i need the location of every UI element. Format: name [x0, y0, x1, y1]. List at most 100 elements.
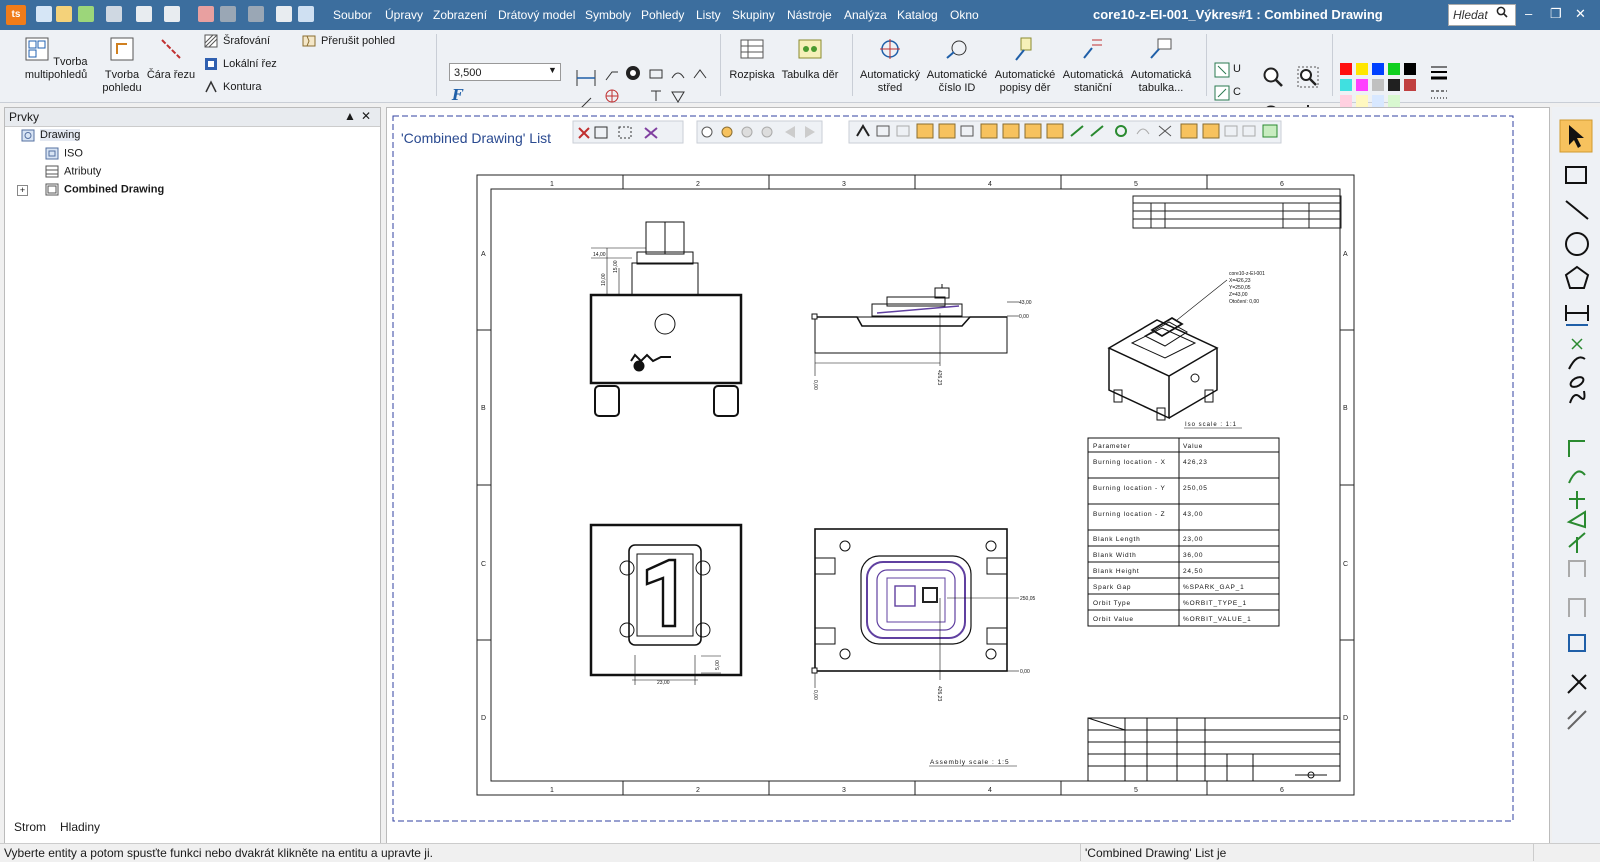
tree-label-atributy: Atributy: [64, 165, 102, 178]
restore-icon[interactable]: ❐: [1550, 6, 1562, 22]
auto-station-button[interactable]: Automatická staniční: [1060, 36, 1126, 95]
coordinate-c-icon[interactable]: [1214, 85, 1230, 101]
menu-analyza[interactable]: Analýza: [844, 8, 887, 22]
local-section-button[interactable]: Lokální řez: [204, 57, 277, 71]
layout-icon[interactable]: [164, 6, 180, 22]
line-tool-icon[interactable]: [1565, 200, 1589, 220]
auto-table-button[interactable]: Automatická tabulka...: [1128, 36, 1194, 95]
chevron-down-icon[interactable]: ▼: [548, 65, 557, 75]
line-type-icon[interactable]: [1430, 86, 1448, 104]
assembly-view[interactable]: [811, 528, 1019, 688]
menu-upravy[interactable]: Úpravy: [385, 8, 423, 22]
menu-nastroje[interactable]: Nástroje: [787, 8, 832, 22]
dimension-tool-icon[interactable]: [1565, 305, 1589, 326]
panel-close-icon[interactable]: ✕: [361, 109, 371, 123]
delete-icon[interactable]: [198, 6, 214, 22]
bulb-gray-icon[interactable]: [761, 126, 773, 138]
undo-icon[interactable]: [220, 6, 236, 22]
section-line-button[interactable]: Čára řezu: [146, 36, 196, 82]
tab-strom[interactable]: Strom: [14, 820, 46, 834]
search-icon[interactable]: [1496, 6, 1508, 18]
arc-dimension-icon[interactable]: [670, 66, 686, 82]
group-tool-icon[interactable]: [1568, 634, 1586, 652]
auto-center-button[interactable]: Automatický střed: [858, 36, 922, 95]
break-tool-icon[interactable]: [1568, 560, 1586, 577]
auto-hole-button[interactable]: Automatické popisy děr: [992, 36, 1058, 95]
bulb-off-icon[interactable]: [741, 126, 753, 138]
linear-dimension-icon[interactable]: [575, 68, 597, 88]
redo-icon[interactable]: [248, 6, 264, 22]
trim-tool-icon[interactable]: [1568, 470, 1586, 484]
fillet-tool-icon[interactable]: [1568, 440, 1585, 457]
menu-symboly[interactable]: Symboly: [585, 8, 631, 22]
param-value-3: 23,00: [1183, 536, 1203, 543]
pin-icon[interactable]: ▲: [344, 109, 356, 123]
menu-okno[interactable]: Okno: [950, 8, 979, 22]
mirror-tool-icon[interactable]: [1569, 491, 1585, 509]
tools-icon[interactable]: [276, 6, 292, 22]
center-mark-icon[interactable]: [604, 88, 620, 104]
circle-tool-icon[interactable]: [1565, 232, 1589, 256]
tab-hladiny[interactable]: Hladiny: [60, 820, 100, 834]
bulb-on-icon[interactable]: [721, 126, 733, 138]
window-icon[interactable]: [136, 6, 152, 22]
tools-icon[interactable]: [1567, 674, 1587, 694]
view-button[interactable]: Tvorba pohledu: [96, 36, 148, 95]
text-style-button[interactable]: F: [452, 86, 463, 104]
save-icon[interactable]: [36, 6, 52, 22]
extend-tool-icon[interactable]: [1568, 532, 1586, 553]
break-view-button[interactable]: Přerušit pohled: [302, 34, 395, 48]
tree-item-combined-drawing[interactable]: + Combined Drawing: [17, 183, 164, 196]
coordinate-u-icon[interactable]: [1214, 62, 1230, 78]
scale-combo[interactable]: 3,500: [449, 63, 561, 81]
tree-item-drawing[interactable]: Drawing: [21, 129, 81, 142]
menu-listy[interactable]: Listy: [696, 8, 721, 22]
view-icon[interactable]: [298, 6, 314, 22]
print-icon[interactable]: [106, 6, 122, 22]
zoom-window-icon[interactable]: [1297, 66, 1319, 88]
hatch-button[interactable]: Šrafování: [204, 34, 270, 48]
offset-tool-icon[interactable]: [1566, 510, 1586, 529]
menu-dratovy-model[interactable]: Drátový model: [498, 8, 575, 22]
ordinate-icon[interactable]: [648, 66, 664, 82]
modify-tool-icon[interactable]: [1567, 710, 1587, 730]
ellipse-tool-icon[interactable]: [1569, 375, 1585, 389]
join-tool-icon[interactable]: [1568, 598, 1586, 617]
isometric-view[interactable]: [1107, 279, 1228, 421]
spline-tool-icon[interactable]: [1569, 390, 1586, 404]
surface-finish-icon[interactable]: [648, 88, 664, 104]
param-header-value: Value: [1183, 443, 1203, 450]
arc-tool-icon[interactable]: [1568, 356, 1586, 370]
multiview-button[interactable]: Tvorba multipohledů: [18, 36, 94, 82]
tree-item-atributy[interactable]: Atributy: [45, 165, 101, 178]
expand-icon[interactable]: +: [17, 185, 28, 196]
refresh-icon[interactable]: [78, 6, 94, 22]
line-weight-icon[interactable]: [1430, 64, 1448, 82]
menu-skupiny[interactable]: Skupiny: [732, 8, 775, 22]
polygon-tool-icon[interactable]: [1564, 265, 1590, 289]
point-note-x: X=426,23: [1229, 278, 1251, 284]
weld-symbol-icon[interactable]: [670, 88, 686, 104]
menu-pohledy[interactable]: Pohledy: [641, 8, 684, 22]
menu-soubor[interactable]: Soubor: [333, 8, 372, 22]
hole-table-button[interactable]: Tabulka děr: [778, 36, 842, 82]
tree-item-iso[interactable]: ISO: [45, 147, 83, 160]
bom-button[interactable]: Rozpiska: [726, 36, 778, 82]
point-tool-icon[interactable]: [1571, 338, 1583, 350]
rectangle-tool-icon[interactable]: [1565, 166, 1587, 184]
drawing-canvas[interactable]: 'Combined Drawing' List 1 2 3 4 5 6 1 2 …: [386, 107, 1550, 845]
menu-zobrazeni[interactable]: Zobrazení: [433, 8, 487, 22]
chain-dimension-icon[interactable]: [692, 66, 708, 82]
contour-button[interactable]: Kontura: [204, 80, 262, 94]
diameter-icon[interactable]: [624, 64, 642, 82]
menu-katalog[interactable]: Katalog: [897, 8, 938, 22]
radius-icon[interactable]: [604, 66, 620, 82]
auto-id-button[interactable]: Automatické číslo ID: [924, 36, 990, 95]
minimize-icon[interactable]: –: [1525, 6, 1532, 21]
zoom-icon[interactable]: [1262, 66, 1284, 88]
bulb-icon[interactable]: [701, 126, 713, 138]
front-view[interactable]: [589, 221, 743, 417]
side-view[interactable]: [811, 284, 1019, 376]
open-icon[interactable]: [56, 6, 72, 22]
close-icon[interactable]: ✕: [1575, 6, 1586, 22]
